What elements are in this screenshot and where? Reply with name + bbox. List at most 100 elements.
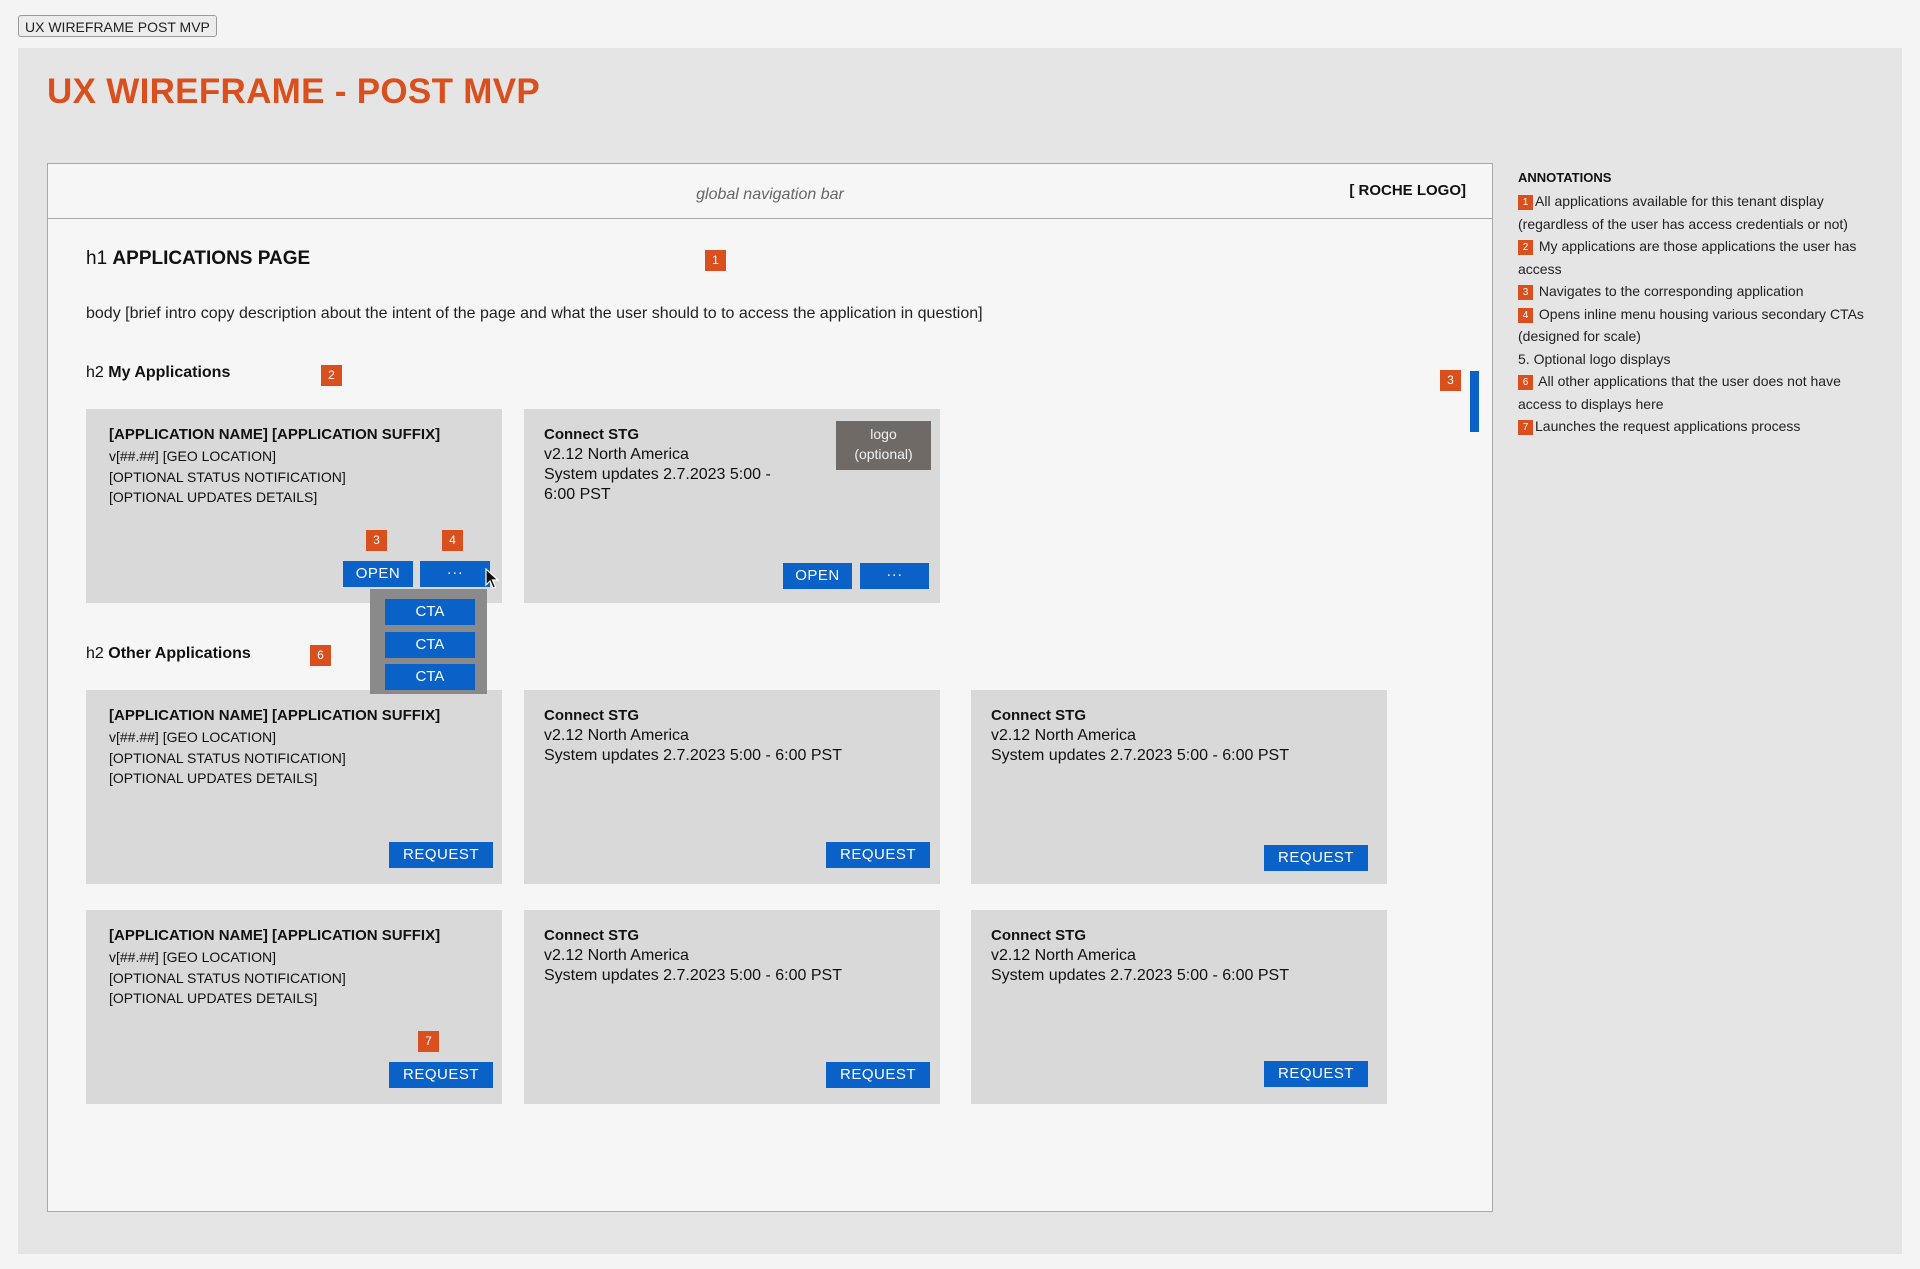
my-app-card-connect-stg: Connect STG v2.12 North America System u… (524, 409, 940, 603)
card-title: [APPLICATION NAME] [APPLICATION SUFFIX] (109, 927, 441, 944)
card-version: v[##.##] [GEO LOCATION] (109, 729, 277, 745)
intro-copy: body [brief intro copy description about… (86, 305, 983, 322)
card-version: v2.12 North America (991, 947, 1136, 964)
annotation-marker-7: 7 (418, 1031, 439, 1052)
annotation-number: 2 (1518, 240, 1533, 255)
card-title: Connect STG (991, 927, 1087, 944)
other-app-card-placeholder: [APPLICATION NAME] [APPLICATION SUFFIX] … (86, 690, 502, 884)
h2-prefix: h2 (86, 364, 104, 381)
cta-menu-item[interactable]: CTA (385, 599, 475, 625)
request-button[interactable]: REQUEST (826, 842, 930, 868)
annotation-item: 6 All other applications that the user d… (1518, 370, 1878, 415)
other-app-card-connect-stg: Connect STG v2.12 North America System u… (524, 690, 940, 884)
more-options-button[interactable]: ··· (860, 563, 929, 589)
annotation-text: Opens inline menu housing various second… (1518, 305, 1864, 345)
frame-tab[interactable]: UX WIREFRAME POST MVP (18, 15, 217, 37)
card-updates-cont: 6:00 PST (544, 486, 611, 503)
annotation-item: 3 Navigates to the corresponding applica… (1518, 280, 1878, 303)
annotation-text: Navigates to the corresponding applicati… (1538, 283, 1804, 299)
card-title: Connect STG (991, 707, 1087, 724)
card-status: [OPTIONAL STATUS NOTIFICATION] (109, 469, 346, 485)
h2-text: My Applications (108, 364, 231, 381)
my-app-card-placeholder: [APPLICATION NAME] [APPLICATION SUFFIX] … (86, 409, 502, 603)
annotation-marker-6: 6 (310, 645, 331, 666)
card-updates: [OPTIONAL UPDATES DETAILS] (109, 990, 318, 1006)
annotation-item: 4 Opens inline menu housing various seco… (1518, 303, 1878, 348)
optional-logo: logo (optional) (836, 421, 931, 470)
page-title: UX WIREFRAME - POST MVP (47, 72, 541, 111)
card-title: [APPLICATION NAME] [APPLICATION SUFFIX] (109, 426, 441, 443)
cta-menu-item[interactable]: CTA (385, 664, 475, 690)
other-app-card-placeholder: [APPLICATION NAME] [APPLICATION SUFFIX] … (86, 910, 502, 1104)
card-title: Connect STG (544, 426, 640, 443)
annotation-marker-2: 2 (321, 365, 342, 386)
annotation-marker-4: 4 (442, 530, 463, 551)
card-title: Connect STG (544, 927, 640, 944)
annotation-text: Launches the request applications proces… (1535, 418, 1801, 434)
request-button[interactable]: REQUEST (826, 1062, 930, 1088)
open-button[interactable]: OPEN (783, 563, 852, 589)
card-version: v[##.##] [GEO LOCATION] (109, 949, 277, 965)
annotation-text: My applications are those applications t… (1518, 238, 1857, 277)
annotation-marker-1: 1 (705, 250, 726, 271)
h1-prefix: h1 (86, 248, 108, 269)
other-app-card-connect-stg: Connect STG v2.12 North America System u… (971, 690, 1387, 884)
card-version: v2.12 North America (991, 727, 1136, 744)
open-button[interactable]: OPEN (343, 561, 413, 587)
logo-label: logo (870, 426, 897, 442)
card-updates: [OPTIONAL UPDATES DETAILS] (109, 770, 318, 786)
card-version: v[##.##] [GEO LOCATION] (109, 448, 277, 464)
more-options-button[interactable]: ··· (420, 561, 490, 587)
global-navigation-bar: global navigation bar [ ROCHE LOGO] (48, 164, 1492, 219)
card-title: Connect STG (544, 707, 640, 724)
nav-label: global navigation bar (696, 186, 844, 203)
annotation-item: 1 All applications available for this ten… (1518, 190, 1878, 235)
annotation-item: 5. Optional logo displays (1518, 348, 1878, 371)
annotation-text: All applications available for this tena… (1518, 193, 1848, 232)
h1-text: APPLICATIONS PAGE (112, 248, 311, 269)
wireframe-page: global navigation bar [ ROCHE LOGO] h1 A… (47, 163, 1493, 1212)
annotation-number: 6 (1518, 375, 1533, 390)
card-updates: System updates 2.7.2023 5:00 - (544, 466, 771, 483)
other-app-card-connect-stg: Connect STG v2.12 North America System u… (524, 910, 940, 1104)
annotation-item: 2 My applications are those applications… (1518, 235, 1878, 280)
annotation-text: 5. Optional logo displays (1518, 350, 1671, 367)
card-updates: [OPTIONAL UPDATES DETAILS] (109, 489, 318, 505)
my-applications-heading: h2 My Applications (86, 364, 230, 382)
request-button[interactable]: REQUEST (1264, 1061, 1368, 1087)
request-button[interactable]: REQUEST (389, 842, 493, 868)
other-app-card-connect-stg: Connect STG v2.12 North America System u… (971, 910, 1387, 1104)
annotation-number: 4 (1518, 307, 1533, 323)
annotation-number: 7 (1518, 420, 1533, 435)
card-updates: System updates 2.7.2023 5:00 - 6:00 PST (991, 747, 1289, 764)
card-version: v2.12 North America (544, 727, 689, 744)
other-applications-heading: h2 Other Applications (86, 645, 251, 663)
applications-heading: h1 APPLICATIONS PAGE (86, 248, 310, 270)
card-title: [APPLICATION NAME] [APPLICATION SUFFIX] (109, 707, 441, 724)
card-updates: System updates 2.7.2023 5:00 - 6:00 PST (544, 747, 842, 764)
logo-label-optional: (optional) (854, 446, 913, 462)
inline-cta-menu: CTA CTA CTA (370, 589, 487, 694)
card-version: v2.12 North America (544, 947, 689, 964)
annotation-number: 3 (1518, 285, 1533, 300)
card-status: [OPTIONAL STATUS NOTIFICATION] (109, 750, 346, 766)
roche-logo[interactable]: [ ROCHE LOGO] (1349, 182, 1466, 199)
annotation-marker-3-scroll: 3 (1440, 370, 1461, 391)
annotations-list: 1 All applications available for this ten… (1518, 190, 1878, 438)
request-button[interactable]: REQUEST (1264, 845, 1368, 871)
annotation-marker-3: 3 (366, 530, 387, 551)
card-updates: System updates 2.7.2023 5:00 - 6:00 PST (991, 967, 1289, 984)
h2-prefix: h2 (86, 645, 104, 662)
annotation-item: 7 Launches the request applications proce… (1518, 415, 1878, 438)
card-status: [OPTIONAL STATUS NOTIFICATION] (109, 970, 346, 986)
scrollbar-indicator[interactable] (1470, 371, 1479, 432)
cta-menu-item[interactable]: CTA (385, 632, 475, 658)
card-updates: System updates 2.7.2023 5:00 - 6:00 PST (544, 967, 842, 984)
annotations-title: ANNOTATIONS (1518, 170, 1612, 185)
annotation-number: 1 (1518, 195, 1533, 210)
request-button[interactable]: REQUEST (389, 1062, 493, 1088)
mouse-cursor-icon (485, 568, 500, 589)
h2-text: Other Applications (108, 645, 251, 662)
card-version: v2.12 North America (544, 446, 689, 463)
annotation-text: All other applications that the user doe… (1518, 373, 1841, 412)
